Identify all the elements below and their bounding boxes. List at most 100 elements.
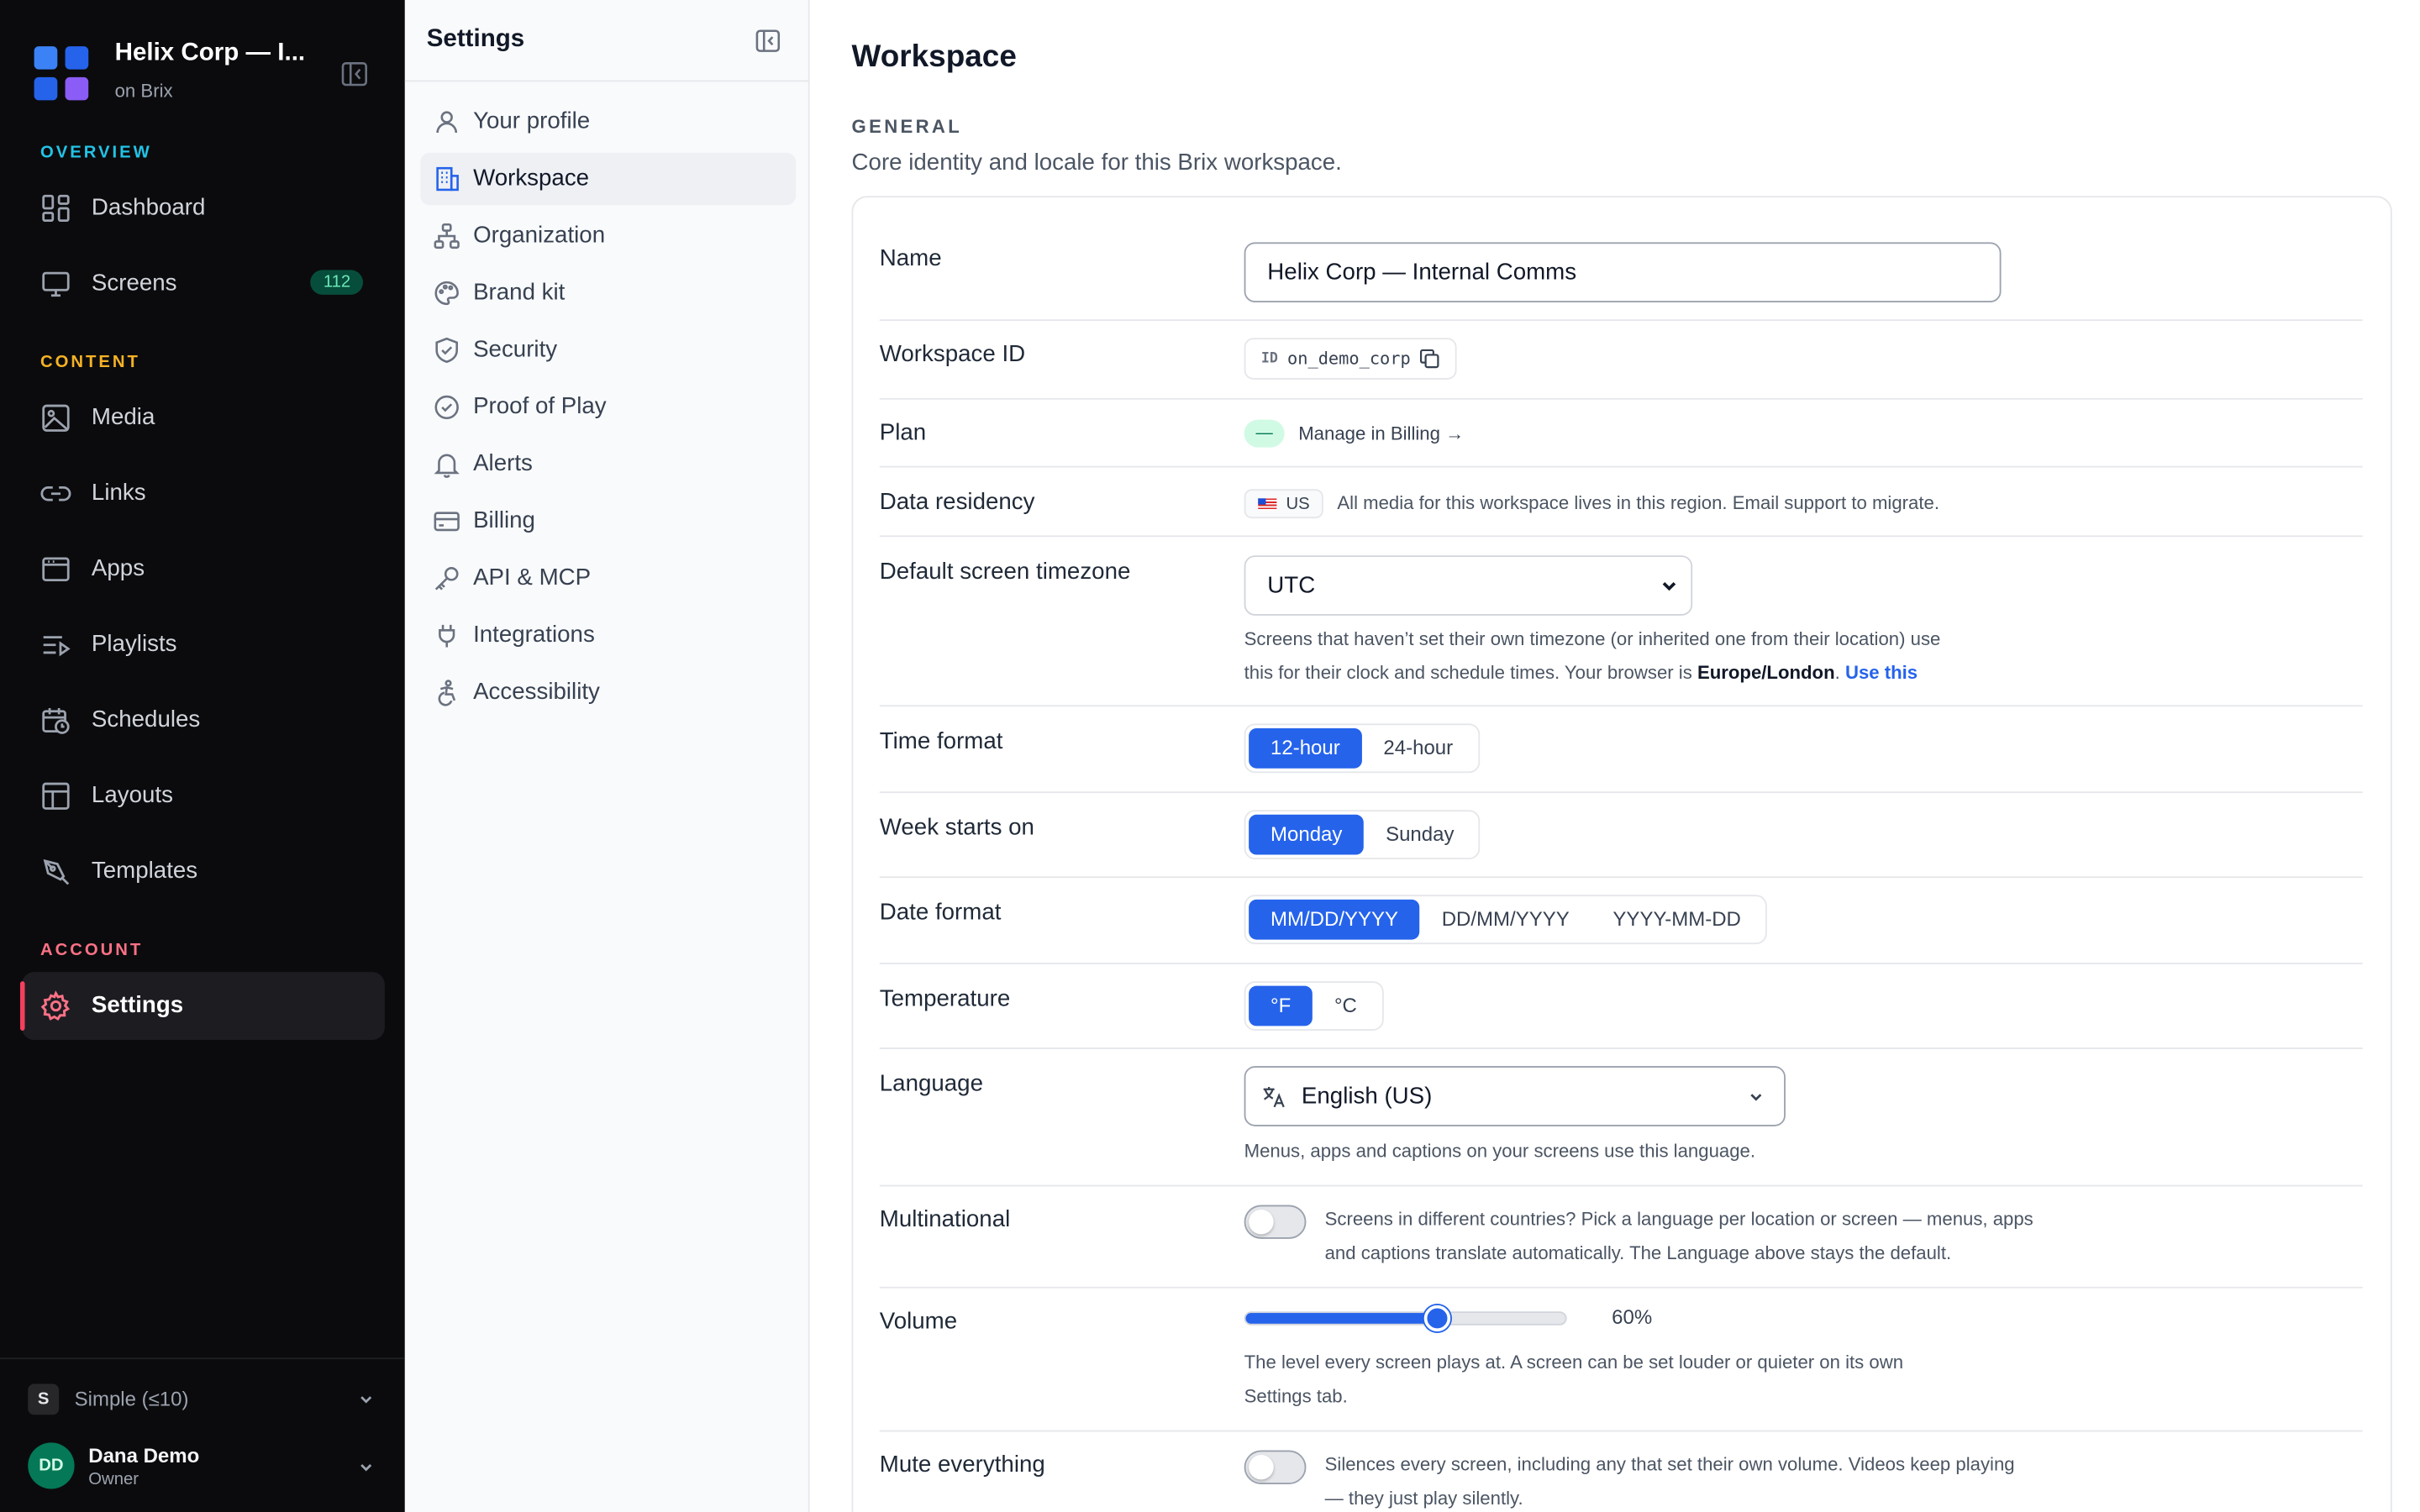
settings-item-label: Organization bbox=[473, 222, 606, 249]
mute-desc-line-2: — they just play silently. bbox=[1324, 1487, 1523, 1509]
settings-nav-title: Settings bbox=[426, 26, 525, 53]
user-menu[interactable]: DD Dana Demo Owner bbox=[28, 1442, 385, 1492]
sidebar-item-label: Layouts bbox=[91, 782, 173, 809]
settings-item-label: Integrations bbox=[473, 622, 595, 648]
multinational-label: Multinational bbox=[879, 1206, 1011, 1233]
workspace-id-chip[interactable]: ID on_demo_corp bbox=[1244, 338, 1458, 380]
mute-toggle[interactable] bbox=[1244, 1450, 1307, 1484]
timezone-label: Default screen timezone bbox=[879, 558, 1131, 585]
user-name: Dana Demo bbox=[88, 1444, 200, 1467]
volume-help-line-1: The level every screen plays at. A scree… bbox=[1244, 1351, 1904, 1373]
row-divider bbox=[879, 465, 2363, 468]
sidebar-item-label: Links bbox=[91, 480, 146, 507]
workspace-settings-panel: Workspace GENERAL Core identity and loca… bbox=[809, 0, 2420, 1512]
use-browser-timezone-link[interactable]: Use this bbox=[1845, 662, 1918, 684]
workspace-name-input[interactable]: Helix Corp — Internal Comms bbox=[1244, 242, 2002, 303]
language-select[interactable]: English (US) bbox=[1244, 1066, 1786, 1126]
week-start-sunday-option[interactable]: Sunday bbox=[1364, 815, 1476, 855]
sidebar-item-dashboard[interactable]: Dashboard bbox=[22, 175, 385, 243]
settings-item-brand-kit[interactable]: Brand kit bbox=[420, 267, 796, 319]
region-value: US bbox=[1286, 494, 1310, 513]
date-format-dmy-option[interactable]: DD/MM/YYYY bbox=[1420, 900, 1591, 940]
time-format-24h-option[interactable]: 24-hour bbox=[1362, 728, 1475, 769]
name-label: Name bbox=[879, 245, 942, 272]
plan-switcher[interactable]: S Simple (≤10) bbox=[28, 1383, 385, 1415]
settings-item-label: API & MCP bbox=[473, 564, 592, 591]
settings-item-security[interactable]: Security bbox=[420, 324, 796, 376]
sidebar-item-playlists[interactable]: Playlists bbox=[22, 611, 385, 679]
sidebar-item-screens[interactable]: Screens 112 bbox=[22, 250, 385, 318]
section-description: Core identity and locale for this Brix w… bbox=[851, 150, 1342, 176]
settings-item-workspace[interactable]: Workspace bbox=[420, 152, 797, 206]
section-content: CONTENT bbox=[40, 353, 140, 372]
row-divider bbox=[879, 319, 2363, 322]
time-format-12h-option[interactable]: 12-hour bbox=[1249, 727, 1362, 769]
collapse-sidebar-icon[interactable] bbox=[341, 61, 367, 87]
multinational-description: Screens in different countries? Pick a l… bbox=[1325, 1202, 2101, 1270]
section-heading: GENERAL bbox=[851, 115, 963, 138]
temperature-celsius-option[interactable]: °C bbox=[1313, 986, 1379, 1026]
temperature-fahrenheit-option[interactable]: °F bbox=[1249, 985, 1313, 1026]
row-divider bbox=[879, 1184, 2363, 1187]
sidebar-item-templates[interactable]: Templates bbox=[22, 837, 385, 906]
settings-item-your-profile[interactable]: Your profile bbox=[420, 96, 796, 148]
settings-item-label: Your profile bbox=[473, 108, 591, 134]
sidebar-item-apps[interactable]: Apps bbox=[22, 535, 385, 603]
settings-item-api-mcp[interactable]: API & MCP bbox=[420, 553, 796, 605]
workspace-name[interactable]: Helix Corp — I... bbox=[115, 40, 317, 68]
multinational-desc-line-1: Screens in different countries? Pick a l… bbox=[1324, 1208, 2033, 1230]
workspace-logo[interactable] bbox=[34, 46, 90, 102]
settings-item-label: Alerts bbox=[473, 450, 533, 477]
sidebar-item-schedules[interactable]: Schedules bbox=[22, 686, 385, 754]
main-sidebar: Helix Corp — I... on Brix OVERVIEW Dashb… bbox=[0, 0, 405, 1512]
sidebar-footer: S Simple (≤10) DD Dana Demo Owner bbox=[0, 1357, 405, 1512]
settings-item-label: Workspace bbox=[473, 165, 590, 192]
date-format-mdy-option[interactable]: MM/DD/YYYY bbox=[1249, 899, 1420, 940]
sidebar-item-layouts[interactable]: Layouts bbox=[22, 762, 385, 830]
sidebar-item-label: Templates bbox=[91, 858, 198, 885]
region-chip: US bbox=[1244, 489, 1324, 519]
settings-item-label: Security bbox=[473, 336, 558, 363]
settings-item-label: Billing bbox=[473, 507, 535, 534]
volume-label: Volume bbox=[879, 1308, 958, 1335]
settings-item-label: Proof of Play bbox=[473, 393, 607, 420]
shield-icon bbox=[433, 336, 460, 364]
data-residency-label: Data residency bbox=[879, 489, 1035, 516]
section-overview: OVERVIEW bbox=[40, 143, 152, 162]
calendar-clock-icon bbox=[40, 705, 71, 736]
sidebar-item-label: Playlists bbox=[91, 631, 177, 658]
temperature-toggle: °F °C bbox=[1244, 981, 1384, 1031]
multinational-toggle[interactable] bbox=[1244, 1205, 1307, 1239]
volume-slider-track[interactable] bbox=[1244, 1311, 1567, 1326]
avatar: DD bbox=[28, 1442, 75, 1489]
week-start-monday-option[interactable]: Monday bbox=[1249, 814, 1365, 855]
multinational-desc-line-2: and captions translate automatically. Th… bbox=[1324, 1242, 1952, 1264]
collapse-panel-icon[interactable] bbox=[755, 29, 781, 53]
settings-item-proof-of-play[interactable]: Proof of Play bbox=[420, 381, 796, 433]
timezone-select[interactable]: UTC bbox=[1244, 555, 1693, 616]
settings-item-integrations[interactable]: Integrations bbox=[420, 610, 796, 662]
plan-badge: — bbox=[1244, 419, 1285, 448]
chevron-down-icon bbox=[1747, 1088, 1765, 1106]
date-format-ymd-option[interactable]: YYYY-MM-DD bbox=[1591, 900, 1763, 940]
settings-item-alerts[interactable]: Alerts bbox=[420, 438, 796, 491]
sidebar-item-label: Apps bbox=[91, 555, 145, 582]
workspace-id-label: Workspace ID bbox=[879, 340, 1026, 368]
palette-icon bbox=[433, 279, 460, 307]
sidebar-item-media[interactable]: Media bbox=[22, 384, 385, 452]
settings-item-billing[interactable]: Billing bbox=[420, 496, 796, 548]
settings-item-organization[interactable]: Organization bbox=[420, 210, 796, 262]
settings-item-accessibility[interactable]: Accessibility bbox=[420, 666, 796, 718]
row-divider bbox=[879, 535, 2363, 538]
grid-icon bbox=[40, 193, 71, 224]
copy-icon[interactable] bbox=[1420, 349, 1440, 369]
sidebar-item-links[interactable]: Links bbox=[22, 459, 385, 528]
manage-billing-link[interactable]: Manage in Billing → bbox=[1298, 423, 1464, 444]
sidebar-item-label: Dashboard bbox=[91, 194, 206, 221]
workspace-subtitle: on Brix bbox=[114, 80, 173, 102]
credit-card-icon bbox=[433, 507, 460, 535]
sidebar-item-settings[interactable]: Settings bbox=[20, 972, 385, 1040]
row-divider bbox=[879, 791, 2363, 794]
translate-icon bbox=[1261, 1084, 1286, 1109]
data-residency-description: All media for this workspace lives in th… bbox=[1337, 491, 1940, 514]
